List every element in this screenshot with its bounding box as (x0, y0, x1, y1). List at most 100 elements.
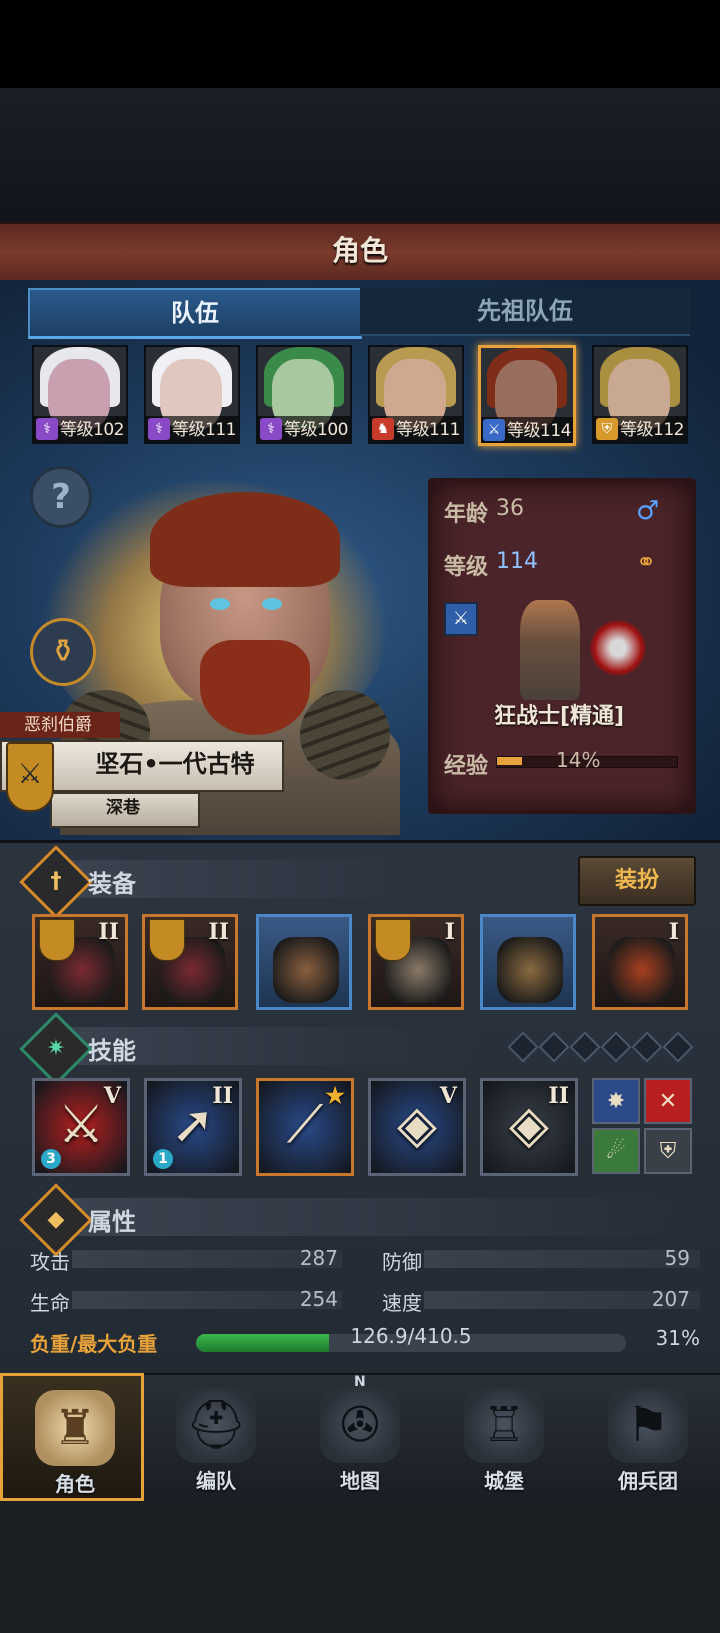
rank-label: II (98, 919, 119, 945)
nav-label: 角色 (55, 1472, 95, 1496)
roster-hero-3[interactable]: ⚕ 等级100 (256, 345, 352, 444)
top-backdrop (0, 88, 720, 223)
defense-label: 防御 (382, 1250, 422, 1274)
nav-label: 编队 (196, 1469, 236, 1493)
skill-rank: V (103, 1083, 121, 1109)
attack-value: 287 (299, 1246, 338, 1270)
speed-value: 207 (651, 1287, 690, 1311)
staff-icon: ⚕ (260, 418, 282, 440)
hero-hair (150, 492, 340, 587)
hero-name[interactable]: 坚石•一代古特 (70, 740, 280, 788)
roster-hero-2[interactable]: ⚕ 等级111 (144, 345, 240, 444)
hero-shoulder-right (300, 690, 390, 780)
tab-team[interactable]: 队伍 (28, 288, 362, 339)
nav-label: 城堡 (484, 1469, 524, 1493)
passive-skill-4[interactable]: ⛨ (644, 1128, 692, 1174)
defense-value: 59 (664, 1246, 690, 1270)
hero-beard (200, 640, 310, 735)
tab-ancestor-team[interactable]: 先祖队伍 (360, 288, 690, 336)
nav-castle[interactable]: ♖ 城堡 (432, 1373, 576, 1501)
help-icon[interactable]: ? (30, 466, 92, 528)
ring-icon[interactable]: ⚭ (636, 548, 656, 576)
roster-hero-5[interactable]: ⚔ 等级114 (478, 345, 576, 446)
hero-level: 等级112 (620, 420, 684, 440)
nav-knight[interactable]: ♜ 角色 (0, 1373, 144, 1501)
hero-eye-right (262, 598, 282, 610)
passive-skill-2[interactable]: ✕ (644, 1078, 692, 1124)
exp-percent: 14% (556, 748, 601, 772)
attributes-band (60, 1198, 700, 1236)
rank-label: I (668, 919, 679, 945)
shield-icon: ⛨ (596, 418, 618, 440)
skill-rank: V (439, 1083, 457, 1109)
nav-banner[interactable]: ⚑ 佣兵团 (576, 1373, 720, 1501)
staff-icon: ⚕ (148, 418, 170, 440)
speed-label: 速度 (382, 1291, 422, 1315)
helmet-icon: ⛑ (176, 1387, 256, 1463)
sword-class-icon: ⚔ (444, 602, 478, 636)
status-bar (0, 0, 720, 88)
bat-amulet-icon (609, 937, 675, 1003)
passive-skill-3[interactable]: ☄ (592, 1128, 640, 1174)
passive-skill-1[interactable]: ✸ (592, 1078, 640, 1124)
skill-charge-count: 3 (41, 1149, 61, 1169)
bottom-backdrop (0, 1501, 720, 1633)
hero-level: 等级114 (507, 421, 571, 441)
level-value: 114 (496, 549, 538, 574)
attack-label: 攻击 (30, 1250, 70, 1274)
equipment-slot-fur-armor[interactable]: I (368, 914, 464, 1010)
attributes-title: 属性 (88, 1208, 136, 1236)
hp-label: 生命 (30, 1291, 70, 1315)
class-name[interactable]: 狂战士[精通] (428, 698, 690, 730)
equipment-title: 装备 (88, 870, 136, 898)
page-title: 角色 (331, 234, 388, 267)
nav-label: 佣兵团 (618, 1469, 678, 1493)
hero-eye-left (210, 598, 230, 610)
skill-slot-1[interactable]: ⚔ V 3 (32, 1078, 130, 1176)
roster-hero-6[interactable]: ⛨ 等级112 (592, 345, 688, 444)
sword-banner-icon (149, 919, 185, 961)
axe-weapon-art (590, 620, 646, 676)
sword-banner-icon (39, 919, 75, 961)
skill-slot-3[interactable]: ⟋ ★ (256, 1078, 354, 1176)
load-percent: 31% (655, 1326, 700, 1350)
hero-level: 等级111 (172, 420, 236, 440)
rank-label: I (444, 919, 455, 945)
dress-up-button[interactable]: 装扮 (578, 856, 696, 906)
hero-level: 等级100 (284, 420, 348, 440)
roster-hero-1[interactable]: ⚕ 等级102 (32, 345, 128, 444)
nav-compass-map[interactable]: ✇ 地图 (288, 1373, 432, 1501)
nav-helmet[interactable]: ⛑ 编队 (144, 1373, 288, 1501)
skill-rank: ★ (325, 1083, 345, 1109)
flask-icon[interactable]: ⚱ (30, 618, 96, 686)
skill-rank: II (212, 1083, 233, 1109)
skill-slot-4[interactable]: ◈ V (368, 1078, 466, 1176)
banner-icon: ⚑ (608, 1387, 688, 1463)
sword-banner-icon (375, 919, 411, 961)
equipment-slot-helmet[interactable] (256, 914, 352, 1010)
sword-icon: ⚔ (483, 419, 505, 441)
hp-value: 254 (299, 1287, 338, 1311)
level-label: 等级 (444, 555, 489, 580)
skill-slot-2[interactable]: ➚ II 1 (144, 1078, 242, 1176)
equipment-slot-axe-weapon[interactable]: II (142, 914, 238, 1010)
helmet-icon (273, 937, 339, 1003)
equipment-slot-axe-weapon[interactable]: II (32, 914, 128, 1010)
age-label: 年龄 (444, 502, 489, 527)
equipment-slot-leather-boots[interactable] (480, 914, 576, 1010)
hero-title: 恶刹伯爵 (0, 712, 120, 738)
compass-map-icon: ✇ (320, 1387, 400, 1463)
leather-boots-icon (497, 937, 563, 1003)
male-icon: ♂ (636, 496, 660, 526)
castle-icon: ♖ (464, 1387, 544, 1463)
skill-slot-5[interactable]: ◈ II (480, 1078, 578, 1176)
beast-icon: ♞ (372, 418, 394, 440)
exp-label: 经验 (444, 754, 489, 779)
skill-rank: II (548, 1083, 569, 1109)
load-label: 负重/最大负重 (30, 1332, 158, 1356)
roster-hero-4[interactable]: ♞ 等级111 (368, 345, 464, 444)
hero-level: 等级102 (60, 420, 124, 440)
nav-label: 地图 (340, 1469, 380, 1493)
class-figure (520, 600, 580, 700)
equipment-slot-bat-amulet[interactable]: I (592, 914, 688, 1010)
